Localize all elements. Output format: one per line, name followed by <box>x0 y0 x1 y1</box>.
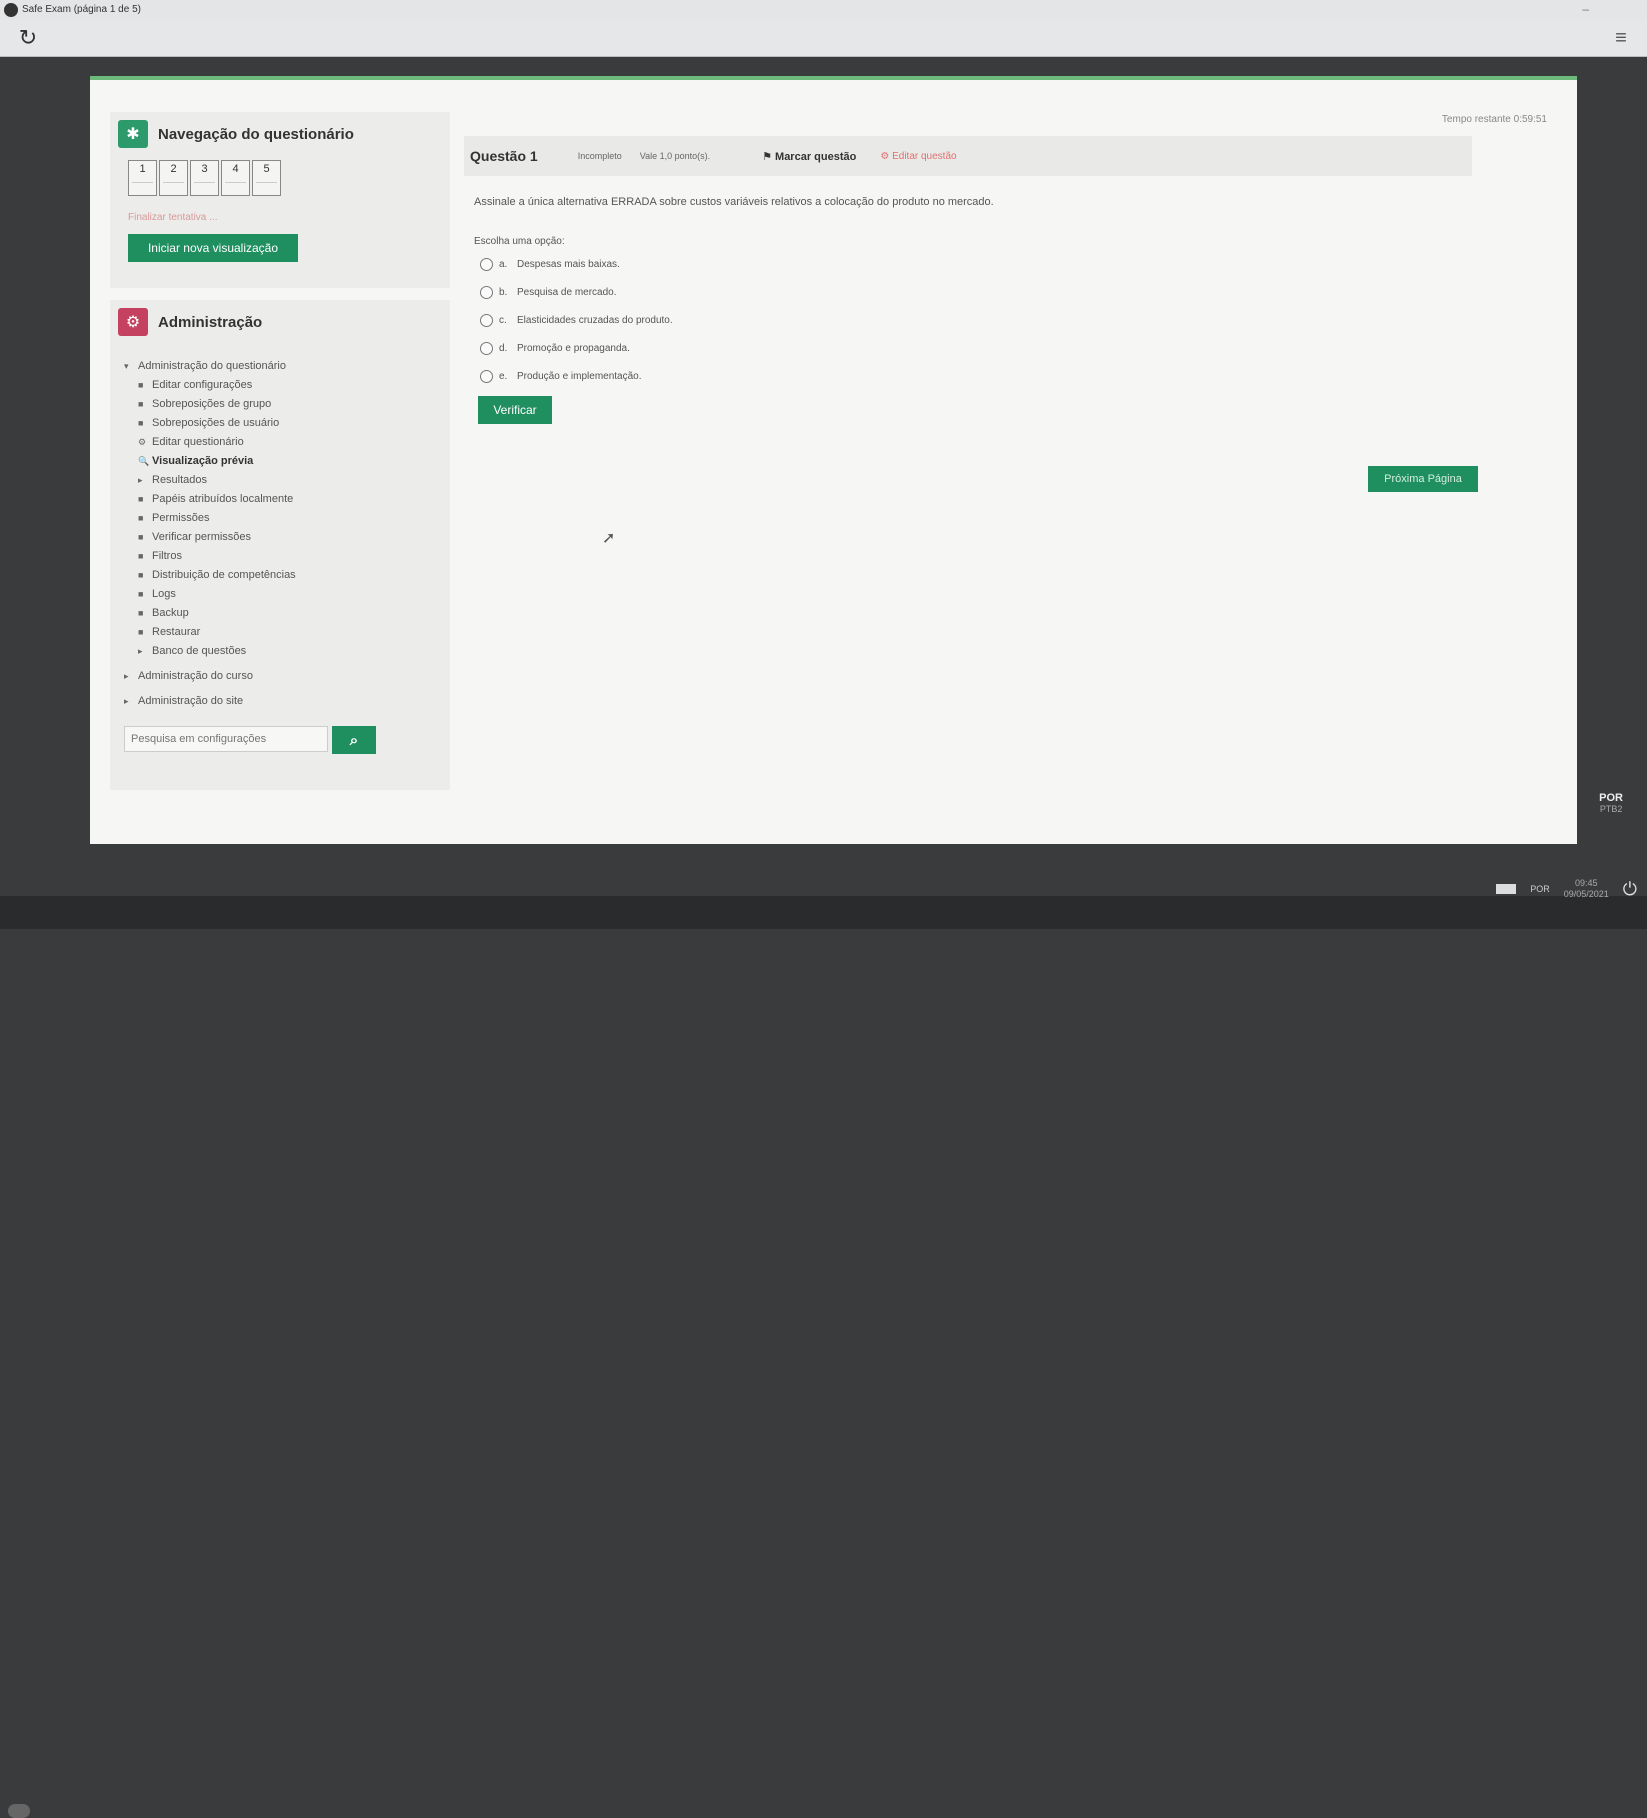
tree-node[interactable]: ■ Distribuição de competências <box>138 569 296 581</box>
question-state: Incompleto <box>577 151 622 161</box>
tree-node[interactable]: ■ Permissões <box>138 512 209 524</box>
window-title: Safe Exam (página 1 de 5) <box>22 4 141 15</box>
question-number-nav: 1 2 3 4 5 <box>128 160 281 196</box>
start-new-preview-button[interactable]: Iniciar nova visualização <box>128 234 298 262</box>
taskbar <box>0 896 1647 1818</box>
question-nav-button-2[interactable]: 2 <box>159 160 188 196</box>
block-header: ✱ Navegação do questionário <box>118 120 354 148</box>
system-tray: POR 09:45 09/05/2021 ⏻ <box>1496 878 1637 900</box>
gears-icon: ⚙ <box>118 308 148 336</box>
question-title: Questão 1 <box>470 148 538 164</box>
question-header: Questão 1 Incompleto Vale 1,0 ponto(s). … <box>464 136 1472 176</box>
browser-toolbar: ↻ ≡ <box>0 20 1647 57</box>
tree-node[interactable]: ■ Verificar permissões <box>138 531 251 543</box>
answer-option-b[interactable]: b. Pesquisa de mercado. <box>480 286 617 299</box>
verify-button[interactable]: Verificar <box>478 396 552 424</box>
block-title: Administração <box>158 313 263 331</box>
tree-node[interactable]: ■ Sobreposições de usuário <box>138 417 279 429</box>
tree-node[interactable]: ▸ Resultados <box>138 474 207 486</box>
question-nav-button-1[interactable]: 1 <box>128 160 157 196</box>
clock[interactable]: 09:45 09/05/2021 <box>1564 878 1609 900</box>
window-titlebar: Safe Exam (página 1 de 5) – <box>0 0 1647 20</box>
search-icon: 🔍 <box>138 456 150 466</box>
tree-node[interactable]: ■ Editar configurações <box>138 379 252 391</box>
puzzle-icon: ✱ <box>118 120 148 148</box>
tree-node[interactable]: ■ Restaurar <box>138 626 200 638</box>
flag-icon: ⚑ <box>762 150 776 163</box>
next-page-button[interactable]: Próxima Página <box>1368 466 1478 492</box>
answer-option-a[interactable]: a. Despesas mais baixas. <box>480 258 620 271</box>
answer-option-d[interactable]: d. Promoção e propaganda. <box>480 342 630 355</box>
reload-icon[interactable]: ↻ <box>16 26 40 50</box>
radio-button[interactable] <box>480 258 493 271</box>
radio-button[interactable] <box>480 370 493 383</box>
tree-node[interactable]: ▾ Administração do questionário <box>124 360 286 372</box>
gear-icon: ⚙ <box>880 150 893 162</box>
question-text: Assinale a única alternativa ERRADA sobr… <box>474 196 994 208</box>
tree-node[interactable]: ⚙ Editar questionário <box>138 436 244 448</box>
search-icon[interactable]: ⌕ <box>332 726 376 754</box>
answer-option-e[interactable]: e. Produção e implementação. <box>480 370 642 383</box>
question-nav-button-5[interactable]: 5 <box>252 160 281 196</box>
radio-button[interactable] <box>480 342 493 355</box>
gear-icon: ⚙ <box>138 437 147 447</box>
block-title: Navegação do questionário <box>158 125 354 143</box>
settings-search-input[interactable] <box>124 726 328 752</box>
radio-button[interactable] <box>480 314 493 327</box>
flag-question-link[interactable]: ⚑ Marcar questão <box>762 150 856 163</box>
edit-question-link[interactable]: ⚙ Editar questão <box>880 151 956 162</box>
start-icon[interactable] <box>8 1804 30 1818</box>
question-nav-button-3[interactable]: 3 <box>190 160 219 196</box>
tree-node[interactable]: ■ Backup <box>138 607 189 619</box>
tree-node-active[interactable]: 🔍 Visualização prévia <box>138 455 253 467</box>
administration-block: ⚙ Administração ▾ Administração do questi… <box>110 300 450 790</box>
radio-button[interactable] <box>480 286 493 299</box>
choose-prompt: Escolha uma opção: <box>474 236 565 247</box>
tree-node[interactable]: ▸ Banco de questões <box>138 645 246 657</box>
tree-node[interactable]: ▸ Administração do site <box>124 695 243 707</box>
time-remaining: Tempo restante 0:59:51 <box>1441 114 1547 125</box>
answer-option-c[interactable]: c. Elasticidades cruzadas do produto. <box>480 314 673 327</box>
finish-attempt-link[interactable]: Finalizar tentativa ... <box>128 212 217 223</box>
question-nav-button-4[interactable]: 4 <box>221 160 250 196</box>
tree-node[interactable]: ■ Logs <box>138 588 176 600</box>
power-icon[interactable]: ⏻ <box>1623 879 1637 900</box>
tray-language[interactable]: POR <box>1530 884 1550 894</box>
settings-search: ⌕ <box>124 726 376 754</box>
minimize-icon[interactable]: – <box>1582 2 1589 16</box>
tree-node[interactable]: ■ Filtros <box>138 550 182 562</box>
input-language-indicator[interactable]: POR PTB2 <box>1599 792 1623 814</box>
battery-icon[interactable] <box>1496 884 1517 894</box>
tree-node[interactable]: ■ Sobreposições de grupo <box>138 398 271 410</box>
tree-node[interactable]: ▸ Administração do curso <box>124 670 253 682</box>
safe-exam-icon <box>4 3 18 17</box>
hamburger-menu-icon[interactable]: ≡ <box>1611 28 1631 48</box>
question-marks: Vale 1,0 ponto(s). <box>639 151 711 161</box>
page-canvas: ✱ Navegação do questionário 1 2 3 4 5 Fi… <box>90 76 1577 844</box>
quiz-navigation-block: ✱ Navegação do questionário 1 2 3 4 5 Fi… <box>110 112 450 288</box>
block-header: ⚙ Administração <box>118 308 262 336</box>
tree-node[interactable]: ■ Papéis atribuídos localmente <box>138 493 293 505</box>
mouse-cursor-icon: ➚ <box>602 530 616 547</box>
